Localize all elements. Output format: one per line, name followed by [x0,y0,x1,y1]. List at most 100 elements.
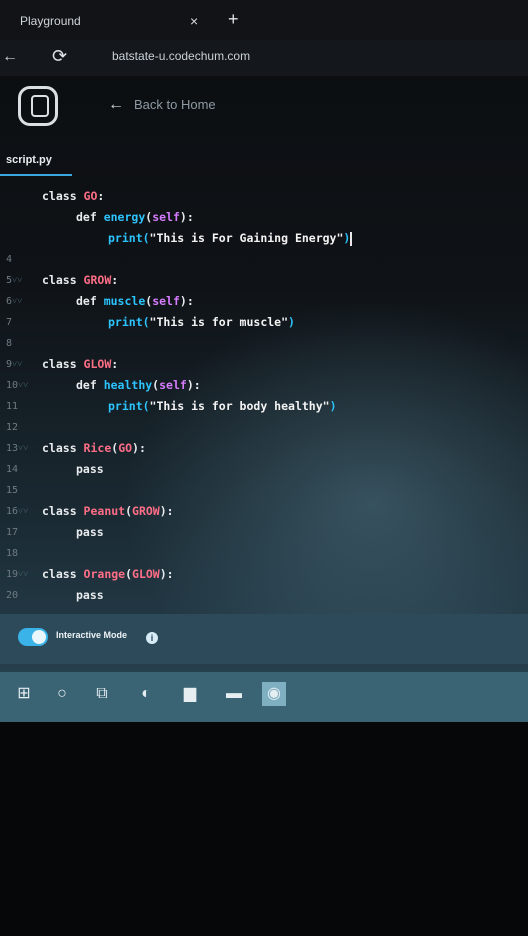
back-to-home-link[interactable]: ← Back to Home [108,96,216,114]
code-text: pass [76,585,104,606]
fold-chevron-icon[interactable]: ˅˅ [18,444,28,454]
code-token: ): [186,378,201,392]
code-line[interactable]: 20 pass [0,585,528,606]
code-text: def healthy(self): [76,375,201,396]
store-icon[interactable]: ▬ [222,682,246,706]
code-line[interactable]: 10˅˅ def healthy(self): [0,375,528,396]
file-tab-script[interactable]: script.py [0,148,72,176]
code-line[interactable]: 5˅˅ class GROW: [0,270,528,291]
monitor-bezel [0,722,528,936]
code-token: class [42,567,84,581]
code-line[interactable]: 16˅˅ class Peanut(GROW): [0,501,528,522]
code-text: class GLOW: [42,354,118,375]
address-bar: ← ⟳ batstate-u.codechum.com [0,40,528,76]
code-token: Rice [83,441,112,455]
interactive-mode-bar: Interactive Mode i [0,614,528,664]
browser-tab-bar: Playground × + [0,0,528,40]
fold-chevron-icon[interactable]: ˅˅ [18,381,28,391]
line-number: 4 [6,254,13,265]
code-line[interactable]: 7 print("This is for muscle") [0,312,528,333]
code-token: Orange [83,567,126,581]
line-number: 12 [6,422,19,433]
code-text: pass [76,522,104,543]
code-editor[interactable]: class GO: def energy(self): print("This is… [0,186,528,606]
code-token: energy [103,210,146,224]
code-token: self [159,378,187,392]
code-line[interactable]: 19˅˅ class Orange(GLOW): [0,564,528,585]
line-number: 13˅˅ [6,443,29,454]
close-tab-icon[interactable]: × [190,6,198,36]
code-line[interactable]: 11 print("This is for body healthy") [0,396,528,417]
url-field[interactable]: batstate-u.codechum.com [112,49,250,63]
tab-title: Playground [20,14,81,28]
code-token: print( [108,231,150,245]
code-token: : [97,189,105,203]
code-token: def [76,210,104,224]
code-token: def [76,294,104,308]
code-line[interactable]: class GO: [0,186,528,207]
code-token: Peanut [83,504,126,518]
chrome-browser-icon[interactable]: ◉ [262,682,286,706]
toggle-knob [32,630,46,644]
search-circle-icon[interactable]: ○ [50,682,74,706]
edge-browser-icon[interactable]: ◐ [134,682,158,706]
file-explorer-icon[interactable]: ▆ [178,682,202,706]
code-token: pass [76,525,104,539]
task-view-icon[interactable]: ⧉ [90,682,114,706]
code-token: class [42,357,84,371]
codechum-logo-icon[interactable] [18,86,58,126]
code-text: class GROW: [42,270,118,291]
line-number: 7 [6,317,13,328]
fold-chevron-icon[interactable]: ˅˅ [18,570,28,580]
code-line[interactable]: 4 [0,249,528,270]
fold-chevron-icon[interactable]: ˅˅ [18,507,28,517]
line-number: 5˅˅ [6,275,23,286]
line-number: 15 [6,485,19,496]
code-token: ( [125,567,133,581]
monitor-screen: Playground × + ← ⟳ batstate-u.codechum.c… [0,0,528,722]
code-line[interactable]: 13˅˅ class Rice(GO): [0,438,528,459]
code-line[interactable]: print("This is For Gaining Energy") [0,228,528,249]
code-line[interactable]: def energy(self): [0,207,528,228]
fold-chevron-icon[interactable]: ˅˅ [12,297,22,307]
code-line[interactable]: 12 [0,417,528,438]
code-token: class [42,504,84,518]
code-line[interactable]: 17 pass [0,522,528,543]
code-token: ): [179,294,194,308]
line-number: 16˅˅ [6,506,29,517]
code-line[interactable]: 15 [0,480,528,501]
fold-chevron-icon[interactable]: ˅˅ [12,360,22,370]
browser-tab[interactable]: Playground × [0,6,220,36]
line-number: 11 [6,401,19,412]
code-token: GROW [83,273,112,287]
code-line[interactable]: 9˅˅ class GLOW: [0,354,528,375]
code-text: class Orange(GLOW): [42,564,174,585]
code-line[interactable]: 14 pass [0,459,528,480]
line-number: 14 [6,464,19,475]
code-token: class [42,441,84,455]
code-text: pass [76,459,104,480]
code-text: def muscle(self): [76,291,194,312]
code-token: GLOW [83,357,112,371]
code-token: ): [132,441,146,455]
code-line[interactable]: 8 [0,333,528,354]
info-icon[interactable]: i [146,632,158,644]
new-tab-button[interactable]: + [228,6,239,32]
code-text: class Rice(GO): [42,438,146,459]
code-line[interactable]: 6˅˅ def muscle(self): [0,291,528,312]
code-token: ) [329,399,337,413]
interactive-mode-toggle[interactable] [18,628,48,646]
browser-back-icon[interactable]: ← [2,48,18,66]
line-number: 6˅˅ [6,296,23,307]
code-token: : [111,273,119,287]
reload-icon[interactable]: ⟳ [52,46,67,67]
interactive-mode-label: Interactive Mode [56,630,128,640]
code-token: ): [159,567,174,581]
code-token: print( [108,399,150,413]
fold-chevron-icon[interactable]: ˅˅ [12,276,22,286]
code-line[interactable]: 18 [0,543,528,564]
code-token: ): [179,210,194,224]
code-token: class [42,189,84,203]
windows-start-icon[interactable]: ⊞ [12,682,36,706]
code-token: ): [159,504,174,518]
